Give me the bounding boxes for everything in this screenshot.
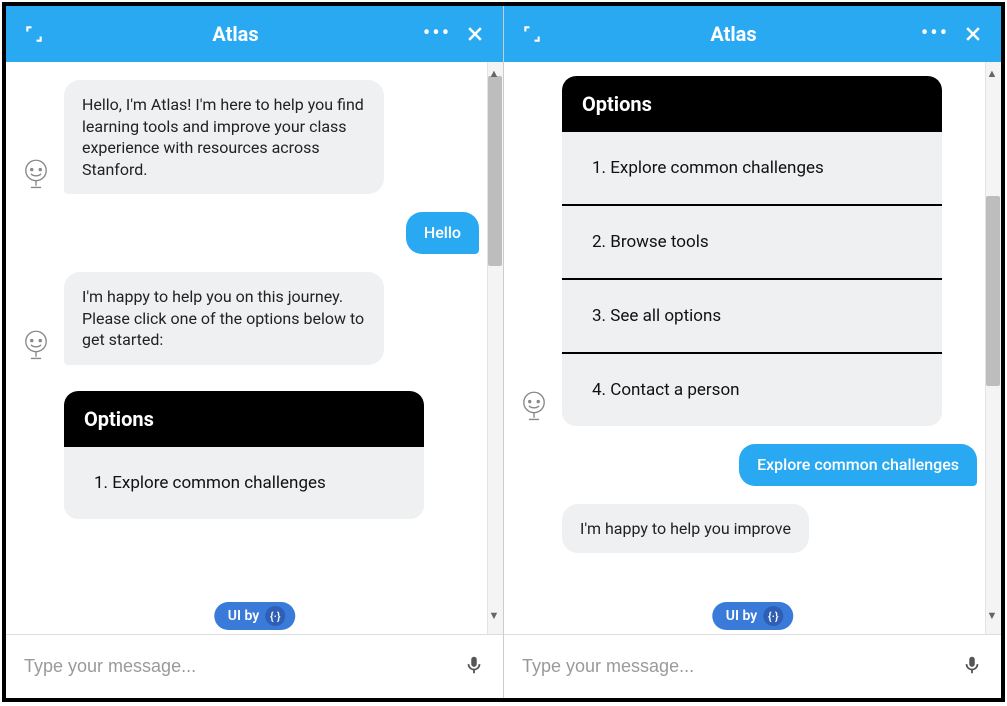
close-icon[interactable] xyxy=(961,22,985,46)
scrollbar-thumb[interactable] xyxy=(986,196,1000,386)
user-message: Explore common challenges xyxy=(739,444,977,486)
bot-message: I'm happy to help you on this journey. P… xyxy=(64,272,384,365)
bot-message: Hello, I'm Atlas! I'm here to help you f… xyxy=(64,80,384,194)
scroll-up-icon[interactable]: ▲ xyxy=(985,66,999,80)
chat-body[interactable]: Hello, I'm Atlas! I'm here to help you f… xyxy=(6,62,503,634)
option-item[interactable]: 1. Explore common challenges xyxy=(562,132,942,206)
options-row: Options 1. Explore common challenges 2. … xyxy=(514,68,977,426)
chat-body[interactable]: Options 1. Explore common challenges 2. … xyxy=(504,62,1001,634)
input-row xyxy=(6,634,503,698)
input-row xyxy=(504,634,1001,698)
chat-panel-left: Atlas ••• ▲ ▼ Hello, I' xyxy=(6,6,504,698)
user-message-row: Explore common challenges xyxy=(514,444,977,486)
options-card: Options 1. Explore common challenges 2. … xyxy=(562,76,942,426)
ui-by-badge[interactable]: UI by {·} xyxy=(712,602,793,630)
ui-by-badge[interactable]: UI by {·} xyxy=(214,602,295,630)
app-frame: Atlas ••• ▲ ▼ Hello, I' xyxy=(2,2,1005,702)
options-header: Options xyxy=(562,76,942,132)
ui-by-logo-icon: {·} xyxy=(763,606,783,626)
options-header: Options xyxy=(64,391,424,447)
option-item[interactable]: 4. Contact a person xyxy=(562,354,942,426)
bot-message-row: Hello, I'm Atlas! I'm here to help you f… xyxy=(16,80,479,194)
expand-icon[interactable] xyxy=(22,22,46,46)
mic-icon[interactable] xyxy=(961,654,983,680)
ui-by-label: UI by xyxy=(228,608,259,624)
option-item[interactable]: 3. See all options xyxy=(562,280,942,354)
ui-by-logo-icon: {·} xyxy=(265,606,285,626)
bot-message-row: I'm happy to help you improve xyxy=(514,504,977,554)
scroll-down-icon[interactable]: ▼ xyxy=(985,608,999,622)
scrollbar-thumb[interactable] xyxy=(488,76,502,266)
mic-icon[interactable] xyxy=(463,654,485,680)
option-item[interactable]: 2. Browse tools xyxy=(562,206,942,280)
bot-avatar-icon xyxy=(19,327,53,365)
message-input[interactable] xyxy=(24,656,451,677)
chat-header: Atlas ••• xyxy=(504,6,1001,62)
user-message-row: Hello xyxy=(16,212,479,254)
chat-title: Atlas xyxy=(46,22,425,46)
options-row: Options 1. Explore common challenges xyxy=(16,383,479,519)
bot-avatar-icon xyxy=(19,156,53,194)
chat-header: Atlas ••• xyxy=(6,6,503,62)
ui-by-label: UI by xyxy=(726,608,757,624)
options-card: Options 1. Explore common challenges xyxy=(64,391,424,519)
message-input[interactable] xyxy=(522,656,949,677)
bot-message-row: I'm happy to help you on this journey. P… xyxy=(16,272,479,365)
chat-panel-right: Atlas ••• ▲ ▼ xyxy=(504,6,1001,698)
option-item[interactable]: 1. Explore common challenges xyxy=(64,447,424,519)
chat-title: Atlas xyxy=(544,22,923,46)
more-icon[interactable]: ••• xyxy=(425,22,449,46)
scroll-down-icon[interactable]: ▼ xyxy=(487,608,501,622)
close-icon[interactable] xyxy=(463,22,487,46)
bot-message: I'm happy to help you improve xyxy=(562,504,809,554)
more-icon[interactable]: ••• xyxy=(923,22,947,46)
scroll-up-icon[interactable]: ▲ xyxy=(487,66,501,80)
expand-icon[interactable] xyxy=(520,22,544,46)
bot-avatar-icon xyxy=(517,388,551,426)
user-message: Hello xyxy=(406,212,479,254)
